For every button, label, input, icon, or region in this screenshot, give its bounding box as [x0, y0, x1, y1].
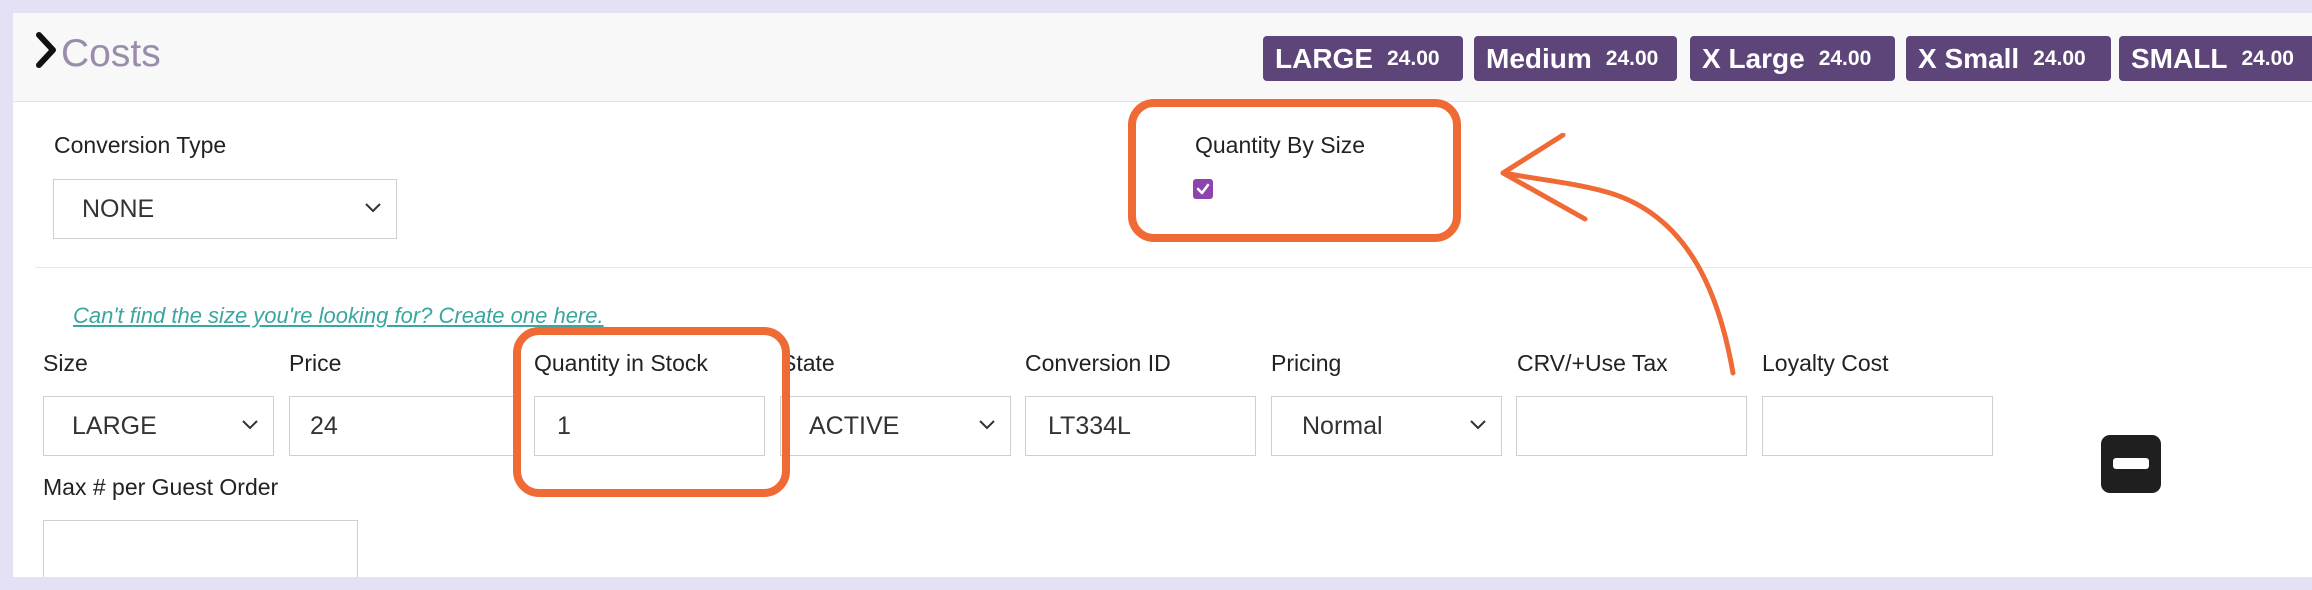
- chevron-down-icon: [979, 420, 995, 430]
- size-badge-medium: Medium 24.00: [1474, 36, 1677, 81]
- badge-size-label: Medium: [1486, 42, 1592, 74]
- price-input[interactable]: 24: [289, 396, 520, 456]
- highlight-quantity-by-size: [1128, 99, 1461, 242]
- annotation-arrow-icon: [1500, 133, 1736, 376]
- crv-use-tax-input[interactable]: [1516, 396, 1747, 456]
- loyalty-cost-label: Loyalty Cost: [1762, 350, 1889, 376]
- badge-size-label: X Small: [1918, 42, 2020, 74]
- state-value: ACTIVE: [809, 411, 900, 440]
- size-badge-x-small: X Small 24.00: [1906, 36, 2111, 81]
- size-badge-small: SMALL 24.00: [2119, 36, 2312, 81]
- size-value: LARGE: [72, 411, 157, 440]
- size-label: Size: [43, 350, 88, 376]
- badge-price: 24.00: [1818, 46, 1872, 70]
- size-select[interactable]: LARGE: [43, 396, 274, 456]
- pricing-value: Normal: [1302, 411, 1383, 440]
- conversion-type-label: Conversion Type: [54, 132, 227, 158]
- badge-price: 24.00: [1387, 46, 1440, 70]
- costs-header[interactable]: Costs LARGE 24.00 Medium 24.00 X Large 2…: [13, 13, 2312, 102]
- badge-size-label: X Large: [1702, 42, 1805, 74]
- section-divider: [35, 267, 2312, 268]
- chevron-down-icon: [1470, 420, 1486, 430]
- max-per-guest-order-label: Max # per Guest Order: [43, 474, 279, 500]
- chevron-down-icon: [365, 203, 381, 213]
- badge-size-label: LARGE: [1275, 42, 1373, 74]
- chevron-right-icon[interactable]: [35, 31, 57, 69]
- size-badge-large: LARGE 24.00: [1263, 36, 1463, 81]
- loyalty-cost-input[interactable]: [1762, 396, 1993, 456]
- conversion-type-value: NONE: [82, 194, 155, 223]
- badge-price: 24.00: [2033, 46, 2086, 70]
- badge-size-label: SMALL: [2131, 42, 2228, 74]
- remove-size-button[interactable]: [2101, 435, 2161, 493]
- highlight-quantity-in-stock: [513, 327, 790, 497]
- badge-price: 24.00: [1605, 46, 1659, 70]
- section-title: Costs: [61, 32, 161, 75]
- pricing-label: Pricing: [1271, 350, 1342, 376]
- minus-icon: [2113, 458, 2149, 469]
- badge-price: 24.00: [2241, 46, 2294, 70]
- conversion-id-value: LT334L: [1048, 411, 1131, 440]
- costs-panel: Costs LARGE 24.00 Medium 24.00 X Large 2…: [13, 13, 2312, 577]
- conversion-id-input[interactable]: LT334L: [1025, 396, 1256, 456]
- pricing-select[interactable]: Normal: [1271, 396, 1502, 456]
- price-value: 24: [310, 411, 338, 440]
- conversion-id-label: Conversion ID: [1025, 350, 1171, 376]
- size-badge-x-large: X Large 24.00: [1690, 36, 1895, 81]
- state-select[interactable]: ACTIVE: [780, 396, 1011, 456]
- chevron-down-icon: [242, 420, 258, 430]
- price-label: Price: [289, 350, 342, 376]
- create-size-link[interactable]: Can't find the size you're looking for? …: [73, 303, 604, 329]
- conversion-type-select[interactable]: NONE: [53, 179, 397, 239]
- max-per-guest-order-input[interactable]: [43, 520, 358, 577]
